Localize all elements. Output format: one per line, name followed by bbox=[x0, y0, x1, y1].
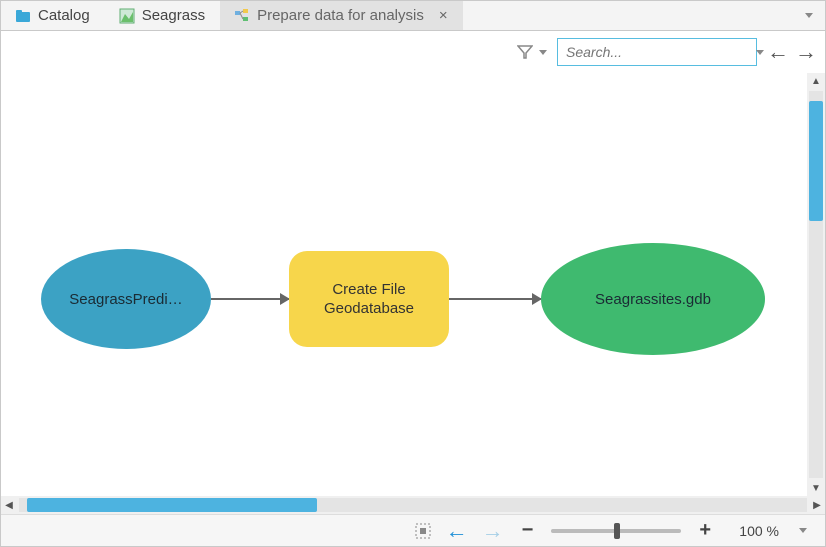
scroll-left-button[interactable]: ◀ bbox=[1, 497, 17, 513]
view-forward-button[interactable]: → bbox=[482, 518, 504, 544]
search-dropdown-icon[interactable] bbox=[756, 50, 764, 55]
scroll-up-button[interactable]: ▲ bbox=[808, 73, 824, 89]
scroll-track[interactable] bbox=[809, 91, 823, 478]
connector-arrow[interactable] bbox=[449, 298, 541, 300]
model-input-label: SeagrassPredi… bbox=[69, 291, 182, 308]
history-forward-button[interactable]: → bbox=[795, 41, 817, 63]
chevron-down-icon bbox=[539, 50, 547, 55]
fit-icon bbox=[414, 522, 432, 540]
tab-catalog[interactable]: Catalog bbox=[1, 1, 105, 30]
tab-label: Catalog bbox=[38, 7, 90, 24]
zoom-slider[interactable] bbox=[551, 529, 681, 533]
scroll-down-button[interactable]: ▼ bbox=[808, 480, 824, 496]
vertical-scrollbar[interactable]: ▲ ▼ bbox=[807, 73, 825, 496]
tab-prepare-data[interactable]: Prepare data for analysis × bbox=[220, 1, 463, 30]
funnel-icon bbox=[517, 44, 533, 60]
model-output-data[interactable]: Seagrassites.gdb bbox=[541, 243, 765, 355]
model-input-variable[interactable]: SeagrassPredi… bbox=[41, 249, 211, 349]
tab-label: Prepare data for analysis bbox=[257, 7, 424, 24]
tab-overflow-dropdown[interactable] bbox=[805, 13, 813, 18]
tab-seagrass[interactable]: Seagrass bbox=[105, 1, 220, 30]
search-box[interactable] bbox=[557, 38, 757, 66]
scroll-thumb[interactable] bbox=[809, 101, 823, 221]
model-canvas[interactable]: SeagrassPredi… Create File Geodatabase S… bbox=[1, 73, 807, 496]
zoom-slider-handle[interactable] bbox=[614, 523, 620, 539]
modelbuilder-icon bbox=[234, 8, 250, 24]
tab-bar: Catalog Seagrass Prepare data for analys… bbox=[1, 1, 825, 31]
zoom-in-button[interactable]: + bbox=[695, 519, 715, 542]
fit-to-window-button[interactable] bbox=[414, 522, 432, 540]
zoom-out-button[interactable]: − bbox=[518, 519, 538, 542]
tab-label: Seagrass bbox=[142, 7, 205, 24]
scroll-thumb[interactable] bbox=[27, 498, 317, 512]
close-icon[interactable]: × bbox=[439, 7, 448, 24]
model-tool-label: Create File Geodatabase bbox=[295, 280, 443, 319]
scroll-track[interactable] bbox=[19, 498, 807, 512]
status-bar: ← → − + 100 % bbox=[1, 514, 825, 546]
connector-arrow[interactable] bbox=[211, 298, 289, 300]
zoom-dropdown[interactable] bbox=[799, 528, 807, 533]
model-output-label: Seagrassites.gdb bbox=[595, 291, 711, 308]
scroll-right-button[interactable]: ▶ bbox=[809, 497, 825, 513]
history-back-button[interactable]: ← bbox=[767, 41, 789, 63]
map-layer-icon bbox=[119, 8, 135, 24]
view-back-button[interactable]: ← bbox=[446, 518, 468, 544]
model-toolbar: ← → bbox=[1, 31, 825, 73]
horizontal-scrollbar[interactable]: ◀ ▶ bbox=[1, 496, 825, 514]
zoom-percent-label: 100 % bbox=[729, 523, 779, 539]
model-tool[interactable]: Create File Geodatabase bbox=[289, 251, 449, 347]
filter-button[interactable] bbox=[517, 44, 547, 60]
search-input[interactable] bbox=[564, 43, 750, 61]
catalog-icon bbox=[15, 8, 31, 24]
